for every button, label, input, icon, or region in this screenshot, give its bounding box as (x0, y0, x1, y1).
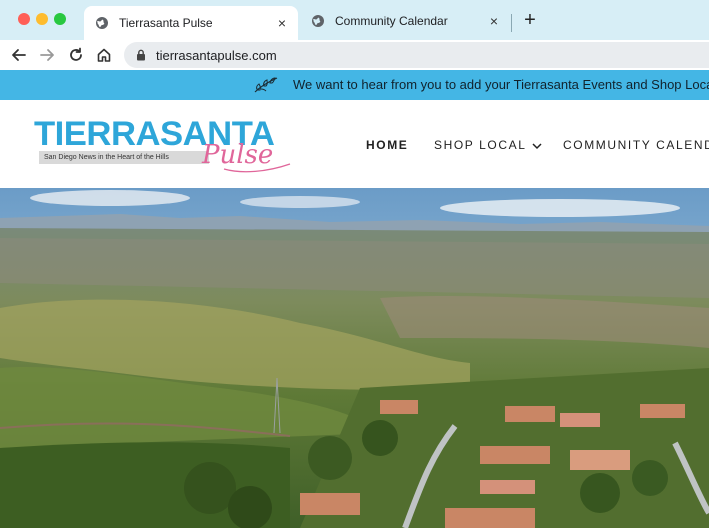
new-tab-button[interactable]: + (520, 9, 540, 31)
chevron-down-icon (532, 139, 543, 153)
nav-home[interactable]: HOME (366, 138, 408, 152)
tab-tierrasanta-pulse[interactable]: Tierrasanta Pulse × (84, 6, 298, 40)
nav-shop-local-label: SHOP LOCAL (434, 138, 527, 152)
url-text[interactable]: tierrasantapulse.com (156, 48, 277, 63)
globe-icon (94, 15, 110, 31)
window-minimize-button[interactable] (36, 13, 48, 25)
tab-community-calendar[interactable]: Community Calendar × (300, 6, 510, 36)
announcement-text[interactable]: We want to hear from you to add your Tie… (293, 77, 709, 92)
reload-icon[interactable] (65, 44, 87, 66)
browser-tab-strip: Tierrasanta Pulse × Community Calendar ×… (0, 0, 709, 40)
announcement-bar: We want to hear from you to add your Tie… (0, 70, 709, 100)
window-close-button[interactable] (18, 13, 30, 25)
back-arrow-icon[interactable] (8, 44, 30, 66)
logo-tagline: San Diego News in the Heart of the Hills (44, 154, 169, 161)
nav-community-calendar[interactable]: COMMUNITY CALENDAR (563, 138, 709, 152)
tab-close-icon[interactable]: × (486, 13, 502, 29)
address-bar[interactable]: tierrasantapulse.com (124, 42, 709, 68)
browser-toolbar: tierrasantapulse.com (0, 40, 709, 70)
tab-title: Community Calendar (335, 14, 448, 28)
forward-arrow-icon[interactable] (36, 44, 58, 66)
nav-shop-local[interactable]: SHOP LOCAL (434, 138, 543, 153)
feather-icon (252, 75, 280, 95)
tab-close-icon[interactable]: × (274, 15, 290, 31)
window-maximize-button[interactable] (54, 13, 66, 25)
tab-title: Tierrasanta Pulse (119, 16, 213, 30)
home-icon[interactable] (93, 44, 115, 66)
hero-image (0, 188, 709, 528)
tab-separator (511, 14, 512, 32)
site-logo[interactable]: TIERRASANTA San Diego News in the Heart … (34, 116, 296, 176)
lock-icon[interactable] (136, 49, 146, 61)
logo-swash (223, 163, 291, 173)
globe-icon (310, 13, 326, 29)
